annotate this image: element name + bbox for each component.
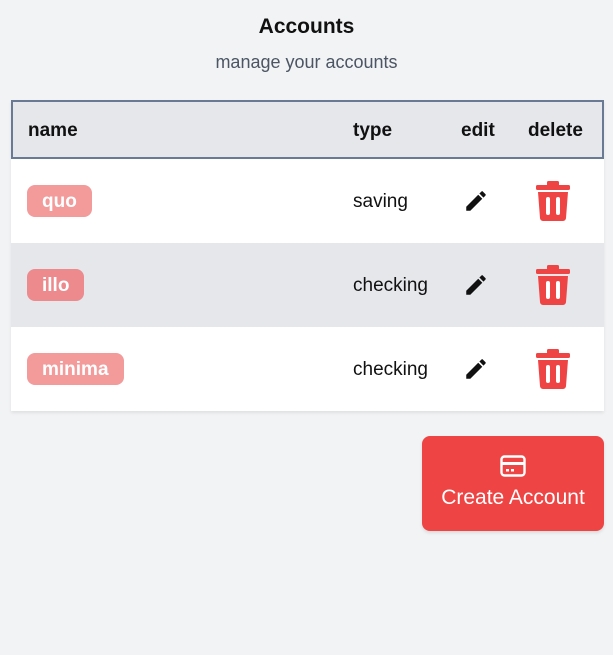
create-account-button[interactable]: Create Account — [422, 436, 604, 531]
page-subtitle: manage your accounts — [215, 52, 398, 72]
delete-button[interactable] — [534, 349, 572, 389]
trash-icon — [536, 349, 570, 389]
delete-button[interactable] — [534, 265, 572, 305]
column-header-delete: delete — [528, 120, 583, 141]
table-header: name type edit delete — [11, 100, 604, 159]
table-row: minima checking — [11, 327, 604, 411]
table-row: illo checking — [11, 243, 604, 327]
accounts-table: name type edit delete quo saving illo ch… — [11, 100, 604, 411]
pencil-icon — [466, 275, 486, 295]
credit-card-icon — [500, 455, 526, 477]
edit-button[interactable] — [463, 272, 489, 298]
account-type: checking — [353, 275, 428, 296]
account-type: saving — [353, 191, 408, 212]
column-header-edit: edit — [461, 120, 495, 141]
account-name-badge: minima — [27, 353, 124, 385]
edit-button[interactable] — [463, 356, 489, 382]
pencil-icon — [466, 359, 486, 379]
trash-icon — [536, 181, 570, 221]
account-name-badge: illo — [27, 269, 85, 301]
account-name-badge: quo — [27, 185, 92, 217]
edit-button[interactable] — [463, 188, 489, 214]
column-header-name: name — [28, 120, 78, 141]
pencil-icon — [466, 191, 486, 211]
delete-button[interactable] — [534, 181, 572, 221]
page-title: Accounts — [258, 15, 355, 38]
column-header-type: type — [353, 120, 393, 141]
create-account-label: Create Account — [441, 486, 585, 509]
table-row: quo saving — [11, 159, 604, 243]
trash-icon — [536, 265, 570, 305]
account-type: checking — [353, 359, 428, 380]
